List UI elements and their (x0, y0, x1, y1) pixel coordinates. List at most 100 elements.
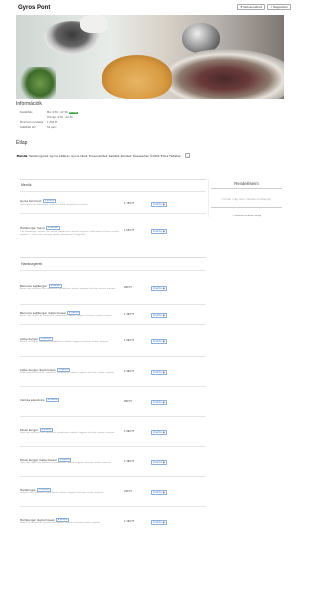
category-title: Menük (21, 183, 32, 188)
item-description: Bacon, sajt, grillezett hús, salátalevél… (20, 288, 116, 291)
add-to-cart-button[interactable]: Kosárba ➕ (151, 338, 168, 344)
item-description: Tojás, sajt, grillezett hús, salátalevél… (20, 432, 115, 435)
add-to-cart-button[interactable]: Kosárba ➕ (151, 399, 168, 405)
add-to-cart-button[interactable]: Kosárba ➕ (151, 285, 168, 291)
item-name-text: Hamburger menü (20, 226, 45, 231)
item-price: 1 550 Ft (124, 228, 134, 232)
item-price: 1 390 Ft (124, 370, 134, 374)
item-info: Csibe burger dupla húsos ★ ajánljuk Dupla … (20, 367, 120, 375)
info-value-text: 50 perc (47, 126, 57, 129)
tab-1[interactable]: Hamburgerek (28, 153, 49, 159)
item-description: Dupla rántott csirkemell, salátalevél, p… (20, 372, 115, 375)
item-info: Falusi burger dupla hússal ★ ajánljuk Tojá… (20, 457, 120, 465)
info-label: Kiszállítás (20, 111, 33, 114)
item-info: Baconos sajtburger dupla hússal ★ ajánlju… (20, 310, 120, 318)
item-description: Grillezett hús, salátalevél, paradicsom,… (20, 492, 104, 495)
info-label: Szállítási idő (20, 126, 36, 129)
item-price: 990 Ft (124, 286, 132, 290)
item-info: Falusi burger ★ ajánljuk Tojás, sajt, gril… (20, 427, 120, 435)
item-name: Csirkés szendvics ★ ajánljuk (20, 397, 120, 402)
info-title: Információk (16, 101, 42, 107)
tab-4[interactable]: Frissensültek (88, 153, 108, 159)
add-to-cart-button[interactable]: Kosárba ➕ (151, 228, 168, 234)
item-price: 990 Ft (124, 400, 132, 404)
tab-2[interactable]: Gyros pitában (49, 153, 70, 159)
add-to-cart-button[interactable]: Kosárba ➕ (151, 429, 168, 435)
category-title: Hamburgerek (21, 261, 43, 266)
min-order-note: ⓘ minimum rendelési összeg (231, 215, 262, 218)
tab-0[interactable]: Menük (16, 153, 28, 159)
chevron-down-icon[interactable]: ⌄ (185, 153, 191, 158)
add-to-cart-button[interactable]: Kosárba ➕ (151, 519, 168, 525)
add-to-cart-button[interactable]: Kosárba ➕ (151, 312, 168, 318)
menu-item: Baconos sajtburger ★ ajánljuk Bacon, sajt,… (20, 269, 206, 304)
info-value-text: Ma: 9:30 - 22:30 (47, 111, 68, 114)
item-info: Hamburger ★ ajánljuk Grillezett hús, salát… (20, 487, 120, 495)
item-name-text: Csirkés szendvics (20, 397, 45, 402)
menu-list: Menük Gyros tál menü ★ ajánljuk Gyros gyros… (16, 179, 206, 536)
add-to-cart-button[interactable]: Kosárba ➕ (151, 459, 168, 465)
tab-3[interactable]: Gyros tálak (70, 153, 88, 159)
item-description: Bacon, sajt, dupla hús, salátalevél, par… (20, 315, 113, 318)
tab-6[interactable]: Köretek (120, 153, 132, 159)
item-info: Hamburger menü ★ ajánljuk 1 db Hamburger (… (20, 226, 120, 236)
menu-item: Csibe burger dupla húsos ★ ajánljuk Dupla … (20, 355, 206, 386)
menu-title: Étlap (16, 140, 28, 146)
recommended-tag: ★ ajánljuk (42, 199, 57, 204)
item-price: 1 090 Ft (124, 339, 134, 343)
info-value-text: Holnap: 9:30 - 22:30 (47, 116, 73, 119)
menu-item: Falusi burger dupla hússal ★ ajánljuk Tojá… (20, 445, 206, 476)
menu-item: Hamburger ★ ajánljuk Grillezett hús, salát… (20, 475, 206, 506)
recommended-tag: ★ ajánljuk (46, 226, 60, 231)
top-bar: Gyros Pont ❤ Kedvencekhez ↗ Megosztom (0, 0, 300, 14)
restaurant-title: Gyros Pont (18, 5, 51, 11)
cart-empty-text: A kosár még üres. Válassz az étlapról! (221, 198, 272, 202)
info-value: 50 perc (47, 126, 56, 129)
info-label: Minimum rendelés (20, 121, 44, 124)
add-to-cart-button[interactable]: Kosárba ➕ (151, 489, 168, 495)
tab-5[interactable]: Saláták (108, 153, 120, 159)
category-tabs: Menük Hamburgerek Gyros pitában Gyros tálak… (16, 153, 284, 159)
favourite-button[interactable]: ❤ Kedvencekhez (237, 3, 266, 11)
open-status-badge: NYITVA (68, 111, 78, 114)
menu-item: Hamburger dupla hússal ★ ajánljuk Dupla hú… (20, 505, 206, 536)
item-name: Hamburger menü ★ ajánljuk (20, 226, 120, 231)
item-price: 1 090 Ft (124, 430, 134, 434)
menu-item: Baconos sajtburger dupla hússal ★ ajánlju… (20, 303, 206, 324)
item-price: 1 390 Ft (124, 313, 134, 317)
info-value: 1 200 Ft (47, 121, 57, 124)
menu-item: Csirkés szendvics ★ ajánljuk 990 Ft Kosárba… (20, 385, 206, 416)
menu-item: Csibe burger ★ ajánljuk Rántott csirkemell… (20, 323, 206, 356)
item-description: Rántott csirkemell, salátalevél, paradic… (20, 341, 109, 344)
item-price: 1 390 Ft (124, 460, 134, 464)
cart-panel: Rendeléseim A kosár még üres. Válassz az… (208, 179, 284, 218)
recommended-tag: ★ ajánljuk (46, 397, 60, 402)
item-info: Baconos sajtburger ★ ajánljuk Bacon, sajt,… (20, 283, 120, 291)
add-to-cart-button[interactable]: Kosárba ➕ (151, 369, 168, 375)
share-button[interactable]: ↗ Megosztom (267, 3, 291, 11)
tab-7[interactable]: Desszertek (132, 153, 149, 159)
item-info: Gyros tál menü ★ ajánljuk Gyros gyros hús … (20, 199, 120, 206)
item-name-text: Gyros tál menü (20, 199, 42, 204)
tab-8[interactable]: Üdítők (150, 153, 161, 159)
item-description: Dupla hús, salátalevél, paradicsom, ubor… (20, 522, 101, 525)
menu-item: Hamburger menü ★ ajánljuk 1 db Hamburger (… (20, 213, 206, 245)
item-description: Gyros gyros hús sültkrumpli, saláta & 1 … (20, 203, 88, 206)
menu-item: Gyros tál menü ★ ajánljuk Gyros gyros hús … (20, 191, 206, 213)
item-info: Csibe burger ★ ajánljuk Rántott csirkemell… (20, 336, 120, 344)
menu-item: Falusi burger ★ ajánljuk Tojás, sajt, gril… (20, 415, 206, 446)
item-info: Hamburger dupla hússal ★ ajánljuk Dupla hú… (20, 517, 120, 525)
info-value: Ma: 9:30 - 22:30 NYITVA (47, 111, 78, 114)
item-info: Csirkés szendvics ★ ajánljuk (20, 397, 120, 402)
add-to-cart-button[interactable]: Kosárba ➕ (151, 201, 168, 207)
item-description: Tojás, sajt, dupla hús, salátalevél, par… (20, 462, 111, 465)
item-description: 1 db Hamburger (zsemle, hús, saláta, par… (20, 230, 120, 236)
item-price: 1 750 Ft (124, 201, 134, 205)
cart-title: Rendeléseim (234, 181, 259, 186)
info-value: Holnap: 9:30 - 22:30 (47, 116, 73, 119)
item-price: 790 Ft (124, 490, 132, 494)
info-row: Szállítási idő 50 perc (20, 125, 284, 130)
hero-food-photo (16, 15, 284, 99)
tab-9[interactable]: Extra Feltétek (160, 153, 181, 159)
info-value-text: 1 200 Ft (47, 121, 58, 124)
